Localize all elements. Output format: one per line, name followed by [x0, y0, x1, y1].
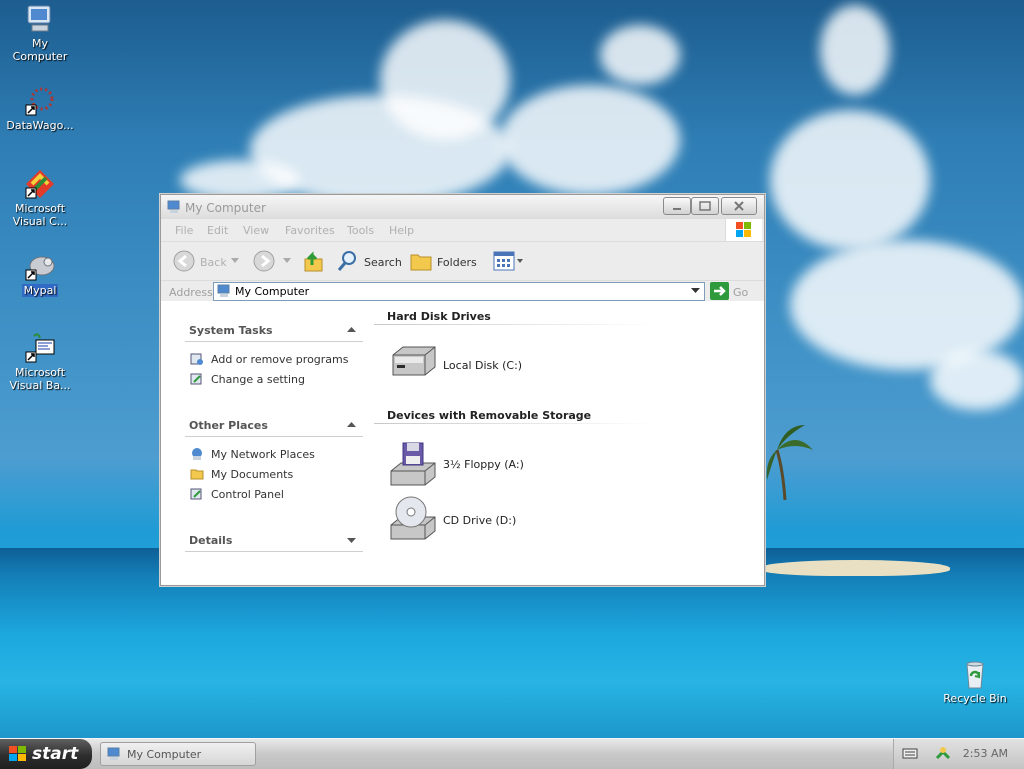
back-button[interactable]: Back	[200, 256, 227, 269]
floppy-drive-icon	[390, 442, 436, 486]
recycle-bin-icon	[959, 658, 991, 690]
control-panel-icon	[190, 488, 202, 500]
address-bar: Address My Computer Go	[161, 281, 764, 303]
my-computer-icon	[217, 284, 230, 297]
my-computer-window[interactable]: My Computer File Edit View Favorites Too…	[160, 194, 765, 586]
clock[interactable]: 2:53 AM	[963, 747, 1008, 760]
place-my-documents[interactable]: My Documents	[211, 468, 293, 481]
address-label: Address	[169, 286, 213, 299]
menu-bar: File Edit View Favorites Tools Help	[161, 219, 764, 242]
search-button[interactable]: Search	[364, 256, 402, 269]
close-button[interactable]	[721, 197, 757, 215]
chevron-down-icon[interactable]	[231, 258, 239, 264]
network-places-icon	[192, 448, 202, 460]
keyboard-icon[interactable]	[902, 747, 918, 760]
taskbar-item-label: My Computer	[127, 748, 202, 761]
drive-label: 3½ Floppy (A:)	[443, 458, 524, 471]
maximize-icon	[699, 201, 711, 211]
windows-flag-icon	[9, 746, 26, 761]
menu-view[interactable]: View	[243, 224, 269, 237]
menu-file[interactable]: File	[175, 224, 193, 237]
window-title: My Computer	[185, 201, 266, 215]
removable-storage-header: Devices with Removable Storage	[387, 409, 592, 422]
title-bar[interactable]: My Computer	[161, 195, 764, 219]
cd-drive-icon	[390, 496, 436, 540]
folders-icon[interactable]	[409, 250, 433, 272]
drive-label: CD Drive (D:)	[443, 514, 517, 527]
close-icon	[734, 201, 744, 211]
datawagon-icon	[24, 85, 56, 117]
toolbar: Back Search Folders	[161, 242, 764, 281]
desktop-icon-mypal[interactable]: Mypal	[3, 250, 77, 297]
back-arrow-icon[interactable]	[173, 250, 195, 272]
control-panel-icon	[190, 373, 202, 385]
drive-label: Local Disk (C:)	[443, 359, 523, 372]
windows-logo	[725, 219, 762, 241]
mypal-icon	[24, 250, 56, 282]
desktop-icon-label: Microsoft Visual C...	[12, 202, 68, 228]
palm-tree	[766, 425, 813, 500]
details-header[interactable]: Details	[189, 534, 232, 547]
start-label: start	[32, 744, 79, 764]
desktop-icon-datawagon[interactable]: DataWago...	[3, 85, 77, 132]
menu-edit[interactable]: Edit	[207, 224, 228, 237]
menu-tools[interactable]: Tools	[347, 224, 374, 237]
chevron-down-icon[interactable]	[283, 258, 291, 264]
desktop-icon-label: Mypal	[21, 284, 59, 297]
collapse-up-icon[interactable]	[347, 422, 356, 428]
desktop-icon-label: DataWago...	[6, 119, 74, 132]
task-add-remove-programs[interactable]: Add or remove programs	[211, 353, 349, 366]
island	[760, 560, 950, 576]
go-arrow-icon[interactable]	[710, 282, 729, 300]
minimize-button[interactable]	[663, 197, 691, 215]
menu-help[interactable]: Help	[389, 224, 414, 237]
address-field[interactable]: My Computer	[213, 282, 705, 301]
network-status-icon[interactable]	[934, 745, 952, 761]
my-documents-icon	[190, 469, 204, 480]
taskbar: start My Computer 2:53 AM	[0, 738, 1024, 769]
chevron-down-icon[interactable]	[691, 288, 700, 294]
forward-arrow-icon[interactable]	[253, 250, 275, 272]
address-value: My Computer	[235, 285, 310, 298]
desktop-icon-visual-basic[interactable]: Microsoft Visual Ba...	[3, 332, 77, 392]
menu-favorites[interactable]: Favorites	[285, 224, 335, 237]
maximize-button[interactable]	[691, 197, 719, 215]
desktop-icon-my-computer[interactable]: My Computer	[3, 3, 77, 63]
other-places-header[interactable]: Other Places	[189, 419, 268, 432]
desktop-icon-label: My Computer	[12, 37, 68, 63]
task-pane: System Tasks Add or remove programs Chan…	[161, 301, 371, 585]
visual-basic-icon	[24, 332, 56, 364]
system-tray: 2:53 AM	[893, 739, 1024, 769]
place-my-network-places[interactable]: My Network Places	[211, 448, 315, 461]
task-change-setting[interactable]: Change a setting	[211, 373, 305, 386]
minimize-icon	[673, 208, 681, 210]
add-remove-programs-icon	[190, 353, 203, 365]
views-icon[interactable]	[493, 251, 523, 271]
search-icon[interactable]	[336, 249, 360, 273]
my-computer-icon	[107, 747, 120, 760]
up-folder-icon[interactable]	[302, 249, 326, 273]
start-button[interactable]: start	[0, 739, 92, 769]
hard-disk-icon	[392, 346, 436, 376]
system-tasks-header[interactable]: System Tasks	[189, 324, 273, 337]
collapse-up-icon[interactable]	[347, 327, 356, 333]
content-area: System Tasks Add or remove programs Chan…	[161, 301, 764, 585]
desktop-icon-visual-c[interactable]: Microsoft Visual C...	[3, 168, 77, 228]
visual-c-icon	[24, 168, 56, 200]
go-button[interactable]: Go	[733, 286, 748, 299]
desktop-icon-recycle-bin[interactable]: Recycle Bin	[938, 658, 1012, 705]
desktop-icon-label: Recycle Bin	[943, 692, 1007, 705]
taskbar-item-my-computer[interactable]: My Computer	[100, 742, 256, 766]
expand-down-icon[interactable]	[347, 538, 356, 544]
folders-button[interactable]: Folders	[437, 256, 477, 269]
hard-disk-drives-header: Hard Disk Drives	[387, 310, 491, 323]
my-computer-icon	[24, 3, 56, 35]
place-control-panel[interactable]: Control Panel	[211, 488, 284, 501]
my-computer-icon	[167, 200, 180, 213]
desktop-icon-label: Microsoft Visual Ba...	[9, 366, 71, 392]
